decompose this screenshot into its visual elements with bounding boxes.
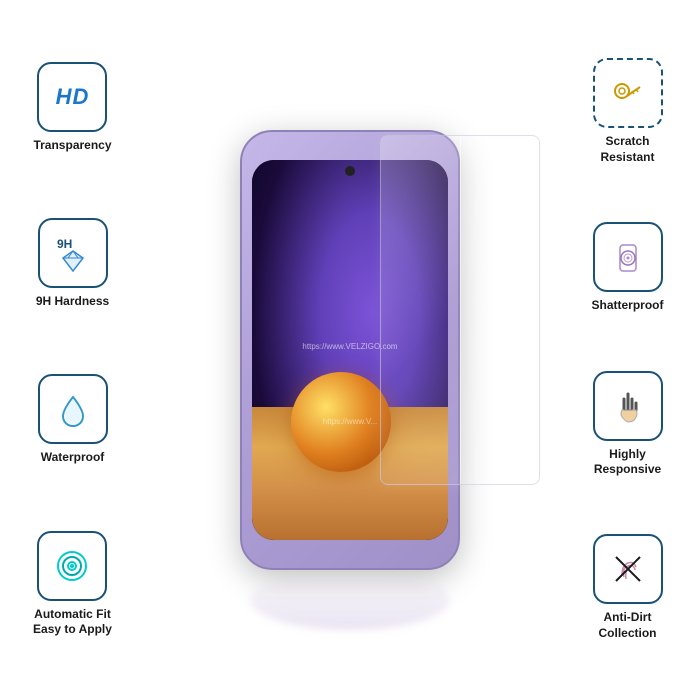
- phone-body: https://www.VELZIGO.com https://www.V...: [240, 130, 460, 570]
- feature-scratch-resistant: ScratchResistant: [593, 58, 663, 165]
- right-features: ScratchResistant Shatterproof: [555, 0, 700, 700]
- main-container: HD Transparency 9H 9H Hardness: [0, 0, 700, 700]
- diamond-icon: 9H: [53, 233, 93, 273]
- target-circle-icon: [52, 546, 92, 586]
- svg-text:9H: 9H: [57, 237, 72, 251]
- feature-waterproof: Waterproof: [38, 374, 108, 466]
- phone-shield-icon: [608, 237, 648, 277]
- hd-transparency-label: Transparency: [33, 138, 111, 154]
- scratch-resistant-label: ScratchResistant: [600, 134, 654, 165]
- responsive-icon-box: [593, 371, 663, 441]
- feature-shatterproof: Shatterproof: [592, 222, 664, 314]
- protector-line: [460, 136, 461, 484]
- screen-protector: [380, 135, 540, 485]
- waterproof-label: Waterproof: [41, 450, 105, 466]
- hd-icon-box: HD: [37, 62, 107, 132]
- 9h-hardness-label: 9H Hardness: [36, 294, 109, 310]
- feature-auto-fit: Automatic FitEasy to Apply: [33, 531, 112, 638]
- hd-icon: HD: [56, 84, 90, 110]
- auto-fit-label: Automatic FitEasy to Apply: [33, 607, 112, 638]
- shatterproof-icon-box: [593, 222, 663, 292]
- feature-hd-transparency: HD Transparency: [33, 62, 111, 154]
- feature-highly-responsive: HighlyResponsive: [593, 371, 663, 478]
- hand-touch-icon: [608, 386, 648, 426]
- auto-fit-icon-box: [37, 531, 107, 601]
- phone-reflection: [250, 570, 450, 630]
- left-features: HD Transparency 9H 9H Hardness: [0, 0, 145, 700]
- anti-dirt-label: Anti-DirtCollection: [598, 610, 656, 641]
- shatterproof-label: Shatterproof: [592, 298, 664, 314]
- camera-notch: [345, 166, 355, 176]
- highly-responsive-label: HighlyResponsive: [594, 447, 661, 478]
- center-area: https://www.VELZIGO.com https://www.V...: [145, 0, 555, 700]
- water-drop-icon: [53, 389, 93, 429]
- fingerprint-cross-icon: [608, 549, 648, 589]
- feature-9h-hardness: 9H 9H Hardness: [36, 218, 109, 310]
- feature-anti-dirt: Anti-DirtCollection: [593, 534, 663, 641]
- scratch-icon-box: [593, 58, 663, 128]
- anti-dirt-icon-box: [593, 534, 663, 604]
- waterproof-icon-box: [38, 374, 108, 444]
- key-icon: [608, 73, 648, 113]
- 9h-icon-box: 9H: [38, 218, 108, 288]
